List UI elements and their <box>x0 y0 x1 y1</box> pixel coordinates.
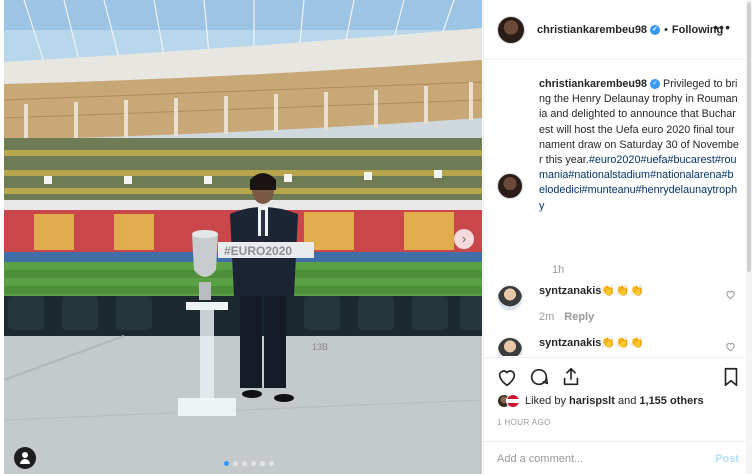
commenter-avatar[interactable] <box>497 337 523 356</box>
more-options-icon[interactable]: ••• <box>713 20 731 34</box>
banner-text: #EURO2020 <box>224 244 292 258</box>
comment-time: 2m <box>539 311 555 323</box>
comment-like-icon[interactable] <box>725 341 736 352</box>
comments-list[interactable]: christiankarembeu98 ✓ Privileged to bring… <box>484 61 747 356</box>
carousel-dot <box>269 461 274 466</box>
comment-text: 👏👏👏 <box>601 285 646 297</box>
carousel-dot <box>224 461 229 466</box>
add-comment-bar: Post <box>484 441 747 474</box>
post-photo[interactable]: 13B #EURO2020 › <box>4 0 482 474</box>
scrollbar-thumb[interactable] <box>747 2 751 272</box>
person-tag-icon <box>22 452 28 458</box>
page-scrollbar[interactable] <box>746 0 752 474</box>
post-header: christiankarembeu98 ✓ • Following ••• <box>484 0 747 60</box>
hashtag-link[interactable]: #nationalarena <box>650 169 721 181</box>
commenter-username[interactable]: syntzanakis <box>539 337 601 349</box>
caption-avatar[interactable] <box>497 173 523 199</box>
hashtag-link[interactable]: #bucarest <box>667 154 714 166</box>
commenter-avatar[interactable] <box>497 285 523 311</box>
verified-badge-icon: ✓ <box>650 79 661 90</box>
liker-username[interactable]: harispslt <box>569 395 615 407</box>
hashtag-link[interactable]: #nationalstadium <box>568 169 650 181</box>
likes-text: Liked by harispslt and 1,155 others <box>525 395 704 407</box>
caption-text: christiankarembeu98 ✓ Privileged to bring… <box>539 77 739 214</box>
chevron-right-icon: › <box>461 231 467 246</box>
post-actions: Liked by harispslt and 1,155 others 1 HO… <box>484 357 747 473</box>
author-avatar[interactable] <box>497 15 525 44</box>
carousel-dot <box>233 461 238 466</box>
bookmark-icon[interactable] <box>720 366 742 388</box>
hashtag-link[interactable]: #euro2020 <box>589 154 641 166</box>
carousel-dot <box>260 461 265 466</box>
commenter-username[interactable]: syntzanakis <box>539 285 601 297</box>
likes-summary: Liked by harispslt and 1,155 others <box>497 394 704 408</box>
likes-count-link[interactable]: 1,155 others <box>639 395 703 407</box>
post-timestamp: 1 HOUR AGO <box>497 418 551 427</box>
verified-badge-icon: ✓ <box>650 24 661 35</box>
caption-body: Privileged to bring the Henry Delaunay t… <box>539 78 739 167</box>
instagram-post-modal: 13B #EURO2020 › christiankarembeu98 ✓ • … <box>0 0 752 474</box>
comment-meta: 2m Reply <box>539 311 594 323</box>
hashtag-link[interactable]: #uefa <box>640 154 667 166</box>
caption-time: 1h <box>552 264 565 276</box>
floor-marking: 13B <box>312 342 328 352</box>
comment-icon[interactable] <box>528 366 550 388</box>
header-separator: • <box>664 23 668 36</box>
comment-input[interactable] <box>497 450 697 468</box>
carousel-dot <box>251 461 256 466</box>
post-comment-button[interactable]: Post <box>715 453 739 465</box>
comment-like-icon[interactable] <box>725 289 736 300</box>
carousel-indicator <box>224 461 274 466</box>
comment-text: 👏👏👏 <box>601 337 646 349</box>
next-photo-button[interactable]: › <box>454 229 474 249</box>
post-side-panel: christiankarembeu98 ✓ • Following ••• chr… <box>483 0 747 474</box>
hashtag-link[interactable]: #munteanu <box>582 184 636 196</box>
liker-avatar <box>506 394 520 408</box>
carousel-dot <box>242 461 247 466</box>
share-icon[interactable] <box>560 366 582 388</box>
reply-button[interactable]: Reply <box>564 311 594 323</box>
tagged-people-button[interactable] <box>14 447 36 469</box>
caption-username[interactable]: christiankarembeu98 <box>539 78 647 90</box>
heart-icon[interactable] <box>496 366 518 388</box>
stadium-scene: 13B #EURO2020 <box>4 0 482 474</box>
author-username[interactable]: christiankarembeu98 ✓ <box>537 24 661 36</box>
